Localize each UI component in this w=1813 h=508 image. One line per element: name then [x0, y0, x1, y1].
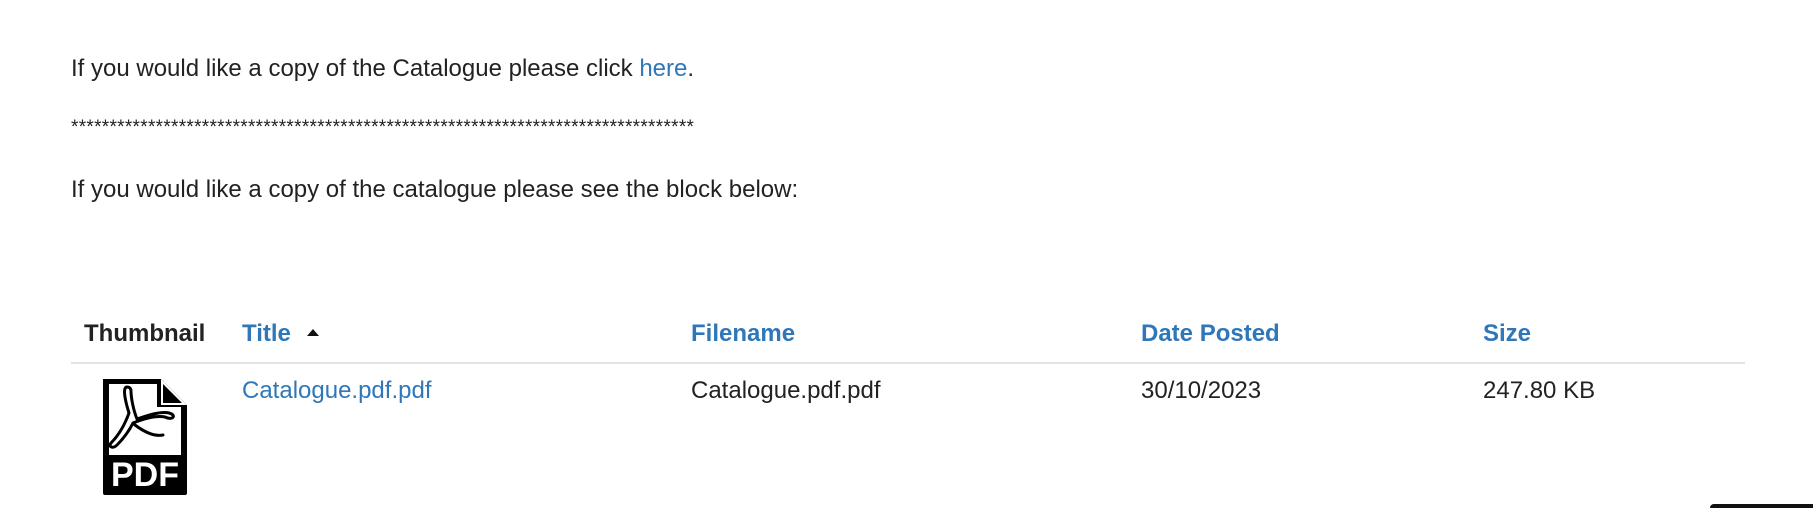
filename-cell: Catalogue.pdf.pdf: [691, 377, 881, 404]
date-posted-sort-link[interactable]: Date Posted: [1141, 320, 1280, 347]
thumbnail-cell: PDF: [71, 363, 242, 499]
date-posted-cell: 30/10/2023: [1141, 377, 1262, 404]
here-link[interactable]: here: [639, 55, 687, 82]
pdf-icon-label: PDF: [111, 456, 179, 494]
sort-ascending-icon: [306, 329, 319, 337]
table-header-row: Thumbnail Title Filename Date Posted Siz…: [71, 318, 1745, 364]
page: If you would like a copy of the Catalogu…: [0, 0, 1813, 508]
title-header-label: Title: [242, 320, 291, 347]
catalogue-click-text: If you would like a copy of the Catalogu…: [71, 55, 640, 82]
title-sort-link[interactable]: Title: [242, 320, 291, 347]
catalogue-block-paragraph: If you would like a copy of the catalogu…: [71, 176, 799, 203]
title-header: Title: [242, 318, 691, 364]
size-header: Size: [1483, 318, 1745, 364]
filename-header: Filename: [691, 318, 1141, 364]
catalogue-click-period: .: [687, 55, 695, 82]
thumbnail-header: Thumbnail: [71, 318, 242, 364]
table-row: PDF Catalogue.pdf.pdf Catalogue.pdf.pdf …: [71, 363, 1745, 499]
filename-sort-link[interactable]: Filename: [691, 320, 795, 347]
size-cell: 247.80 KB: [1483, 377, 1596, 404]
date-posted-header: Date Posted: [1141, 318, 1483, 364]
file-title-link[interactable]: Catalogue.pdf.pdf: [242, 377, 431, 404]
asterisk-separator: ****************************************…: [71, 117, 695, 138]
size-sort-link[interactable]: Size: [1483, 320, 1531, 347]
corner-bar: [1710, 504, 1813, 508]
title-cell: Catalogue.pdf.pdf: [242, 363, 691, 499]
pdf-file-icon[interactable]: PDF: [99, 375, 191, 499]
file-table: Thumbnail Title Filename Date Posted Siz…: [71, 318, 1745, 499]
catalogue-click-paragraph: If you would like a copy of the Catalogu…: [71, 55, 694, 83]
